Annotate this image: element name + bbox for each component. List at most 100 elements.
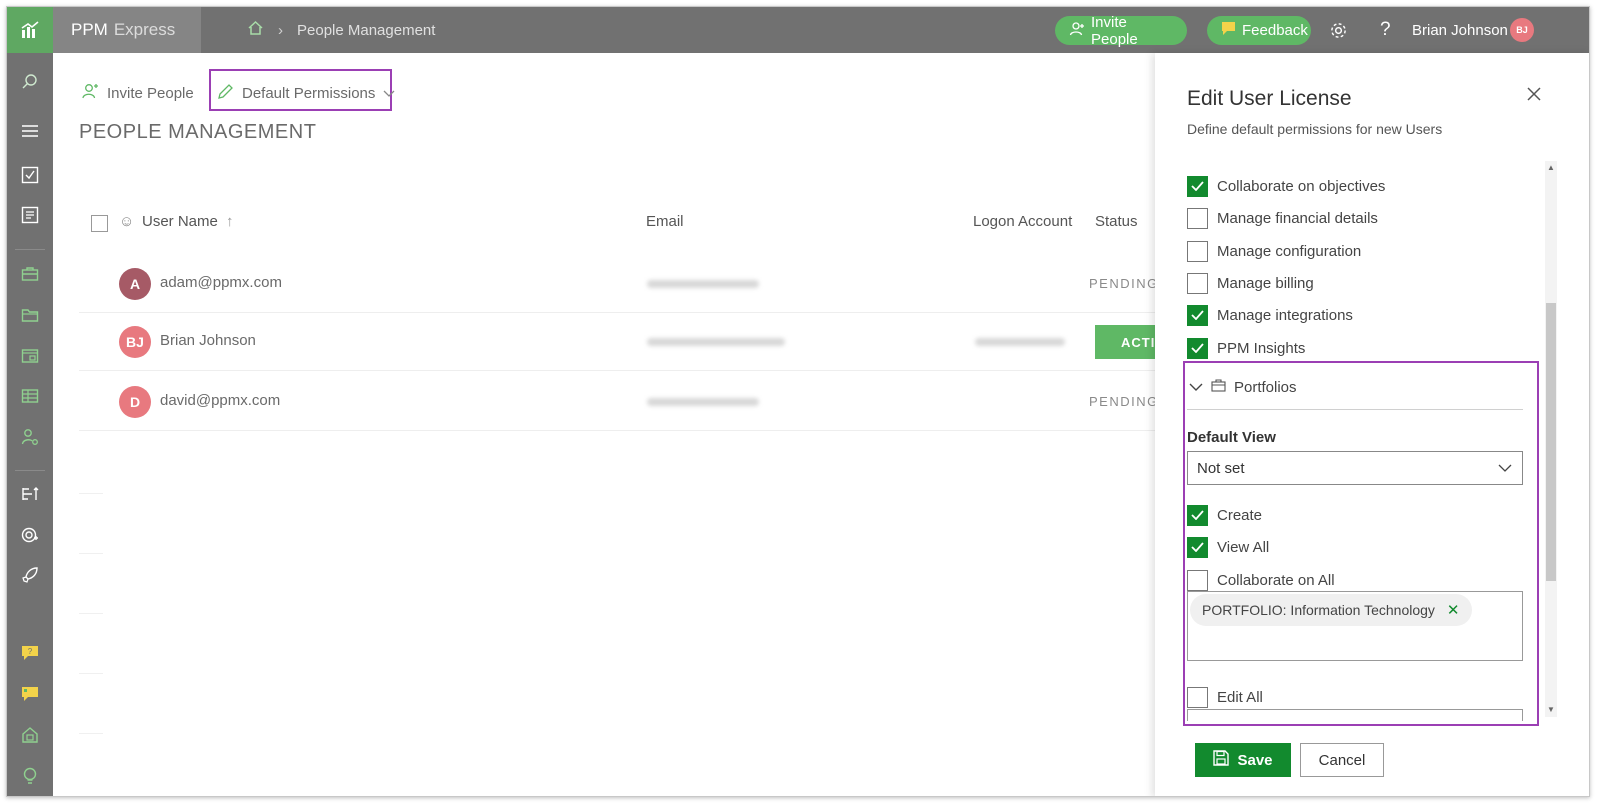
user-avatar: D [119, 386, 151, 418]
scroll-down-arrow-icon[interactable]: ▼ [1547, 705, 1555, 714]
permission-ppm-insights[interactable]: PPM Insights [1187, 337, 1305, 359]
rocket-icon[interactable] [19, 564, 41, 586]
home-icon[interactable] [247, 20, 264, 40]
table-row[interactable]: BJ Brian Johnson ACTIVE [79, 313, 1174, 371]
checkbox-checked[interactable] [1187, 337, 1208, 359]
marketplace-icon[interactable] [19, 724, 41, 746]
invite-people-button[interactable]: Invite People [81, 79, 194, 107]
portfolio-view-all-option[interactable]: View All [1187, 536, 1269, 558]
permission-label: Manage configuration [1217, 242, 1362, 260]
checkbox-unchecked[interactable] [1187, 207, 1208, 229]
permission-label: Manage financial details [1217, 209, 1378, 227]
avatar-column-smile-icon: ☺ [119, 213, 135, 230]
panel-scrollbar-thumb[interactable] [1546, 303, 1556, 581]
portfolio-create-option[interactable]: Create [1187, 504, 1262, 526]
report-icon[interactable] [19, 204, 41, 226]
save-button[interactable]: Save [1195, 743, 1291, 777]
column-user-name[interactable]: User Name ↑ [142, 213, 234, 230]
empty-row-line [79, 733, 103, 734]
checkbox-checked[interactable] [1187, 504, 1208, 526]
people-settings-icon[interactable] [19, 426, 41, 448]
table-row[interactable]: D david@ppmx.com PENDING [79, 373, 1157, 431]
status-badge: PENDING [1089, 276, 1159, 291]
lightbulb-icon[interactable] [19, 765, 41, 787]
permission-manage-billing[interactable]: Manage billing [1187, 272, 1314, 294]
close-icon[interactable] [1527, 81, 1541, 107]
feedback-chat-icon[interactable] [19, 683, 41, 705]
programs-folder-icon[interactable] [19, 304, 41, 326]
edit-picker[interactable] [1187, 709, 1523, 721]
breadcrumb-current: People Management [297, 21, 436, 39]
app-window: PPM Express › People Management Invite P… [6, 6, 1590, 797]
view-all-label: View All [1217, 538, 1270, 556]
empty-row-line [79, 493, 103, 494]
default-view-value: Not set [1197, 459, 1245, 477]
collaborate-picker[interactable]: PORTFOLIO: Information Technology ✕ [1187, 591, 1523, 661]
checkbox-checked[interactable] [1187, 304, 1208, 326]
logon-blurred [975, 338, 1065, 346]
collaborate-all-label: Collaborate on All [1217, 571, 1335, 589]
projects-icon[interactable] [19, 345, 41, 367]
page-title: PEOPLE MANAGEMENT [79, 121, 317, 143]
column-status[interactable]: Status [1095, 213, 1138, 230]
cancel-button[interactable]: Cancel [1300, 743, 1384, 777]
portfolio-briefcase-icon [1211, 379, 1226, 396]
create-label: Create [1217, 506, 1263, 524]
portfolios-section-label: Portfolios [1234, 379, 1297, 396]
permission-manage-configuration[interactable]: Manage configuration [1187, 240, 1361, 262]
checkbox-unchecked[interactable] [1187, 240, 1208, 262]
sort-ascending-icon[interactable]: ↑ [226, 213, 234, 230]
invite-people-header-button[interactable]: Invite People [1055, 14, 1187, 48]
permission-manage-integrations[interactable]: Manage integrations [1187, 304, 1353, 326]
email-blurred [647, 280, 759, 288]
main-content: Invite People Default Permissions PEOPLE… [53, 53, 1174, 796]
chevron-right-icon: › [278, 21, 283, 39]
default-permissions-button[interactable]: Default Permissions [217, 79, 395, 107]
save-label: Save [1237, 751, 1273, 769]
app-logo[interactable] [7, 7, 53, 53]
user-avatar[interactable]: BJ [1510, 18, 1534, 42]
insights-radar-icon[interactable] [19, 524, 41, 546]
pencil-edit-icon [217, 83, 234, 104]
status-active-button[interactable]: ACTIVE [1095, 325, 1174, 359]
portfolio-briefcase-icon[interactable] [19, 263, 41, 285]
chevron-down-icon [1498, 460, 1512, 477]
empty-row-line [79, 613, 103, 614]
remove-tag-icon[interactable]: ✕ [1447, 601, 1460, 619]
section-divider [1187, 409, 1523, 410]
checkbox-unchecked[interactable] [1187, 272, 1208, 294]
feedback-button[interactable]: Feedback [1207, 16, 1311, 45]
checkbox-unchecked[interactable] [1187, 569, 1208, 591]
column-logon-account[interactable]: Logon Account [973, 213, 1072, 230]
checkbox-checked[interactable] [1187, 175, 1208, 197]
permission-collaborate-objectives[interactable]: Collaborate on objectives [1187, 175, 1385, 197]
help-chat-icon[interactable]: ? [19, 642, 41, 664]
user-name[interactable]: Brian Johnson [1412, 7, 1508, 53]
default-permissions-label: Default Permissions [242, 84, 376, 102]
email-blurred [647, 398, 759, 406]
feedback-label: Feedback [1242, 22, 1308, 39]
panel-title: Edit User License [1187, 87, 1352, 110]
empty-row-line [79, 673, 103, 674]
table-row[interactable]: A adam@ppmx.com PENDING [79, 255, 1157, 313]
svg-text:?: ? [28, 647, 33, 656]
help-icon[interactable]: ? [1380, 7, 1391, 53]
roadmap-icon[interactable] [19, 483, 41, 505]
portfolios-section-toggle[interactable]: Portfolios [1189, 379, 1297, 396]
portfolio-collaborate-all-option[interactable]: Collaborate on All [1187, 569, 1335, 591]
checkbox-unchecked[interactable] [1187, 686, 1208, 708]
portfolio-edit-all-option[interactable]: Edit All [1187, 686, 1263, 708]
column-email[interactable]: Email [646, 213, 684, 230]
scroll-up-arrow-icon[interactable]: ▲ [1547, 163, 1555, 172]
edit-all-label: Edit All [1217, 688, 1263, 706]
resources-table-icon[interactable] [19, 385, 41, 407]
settings-gear-icon[interactable] [1329, 7, 1348, 53]
permission-manage-financial[interactable]: Manage financial details [1187, 207, 1378, 229]
menu-icon[interactable] [19, 120, 41, 142]
select-all-checkbox[interactable] [91, 215, 108, 232]
search-icon[interactable] [19, 71, 41, 93]
tasks-checkbox-icon[interactable] [19, 164, 41, 186]
default-view-select[interactable]: Not set [1187, 451, 1523, 485]
checkbox-checked[interactable] [1187, 536, 1208, 558]
save-disk-icon [1213, 750, 1230, 770]
